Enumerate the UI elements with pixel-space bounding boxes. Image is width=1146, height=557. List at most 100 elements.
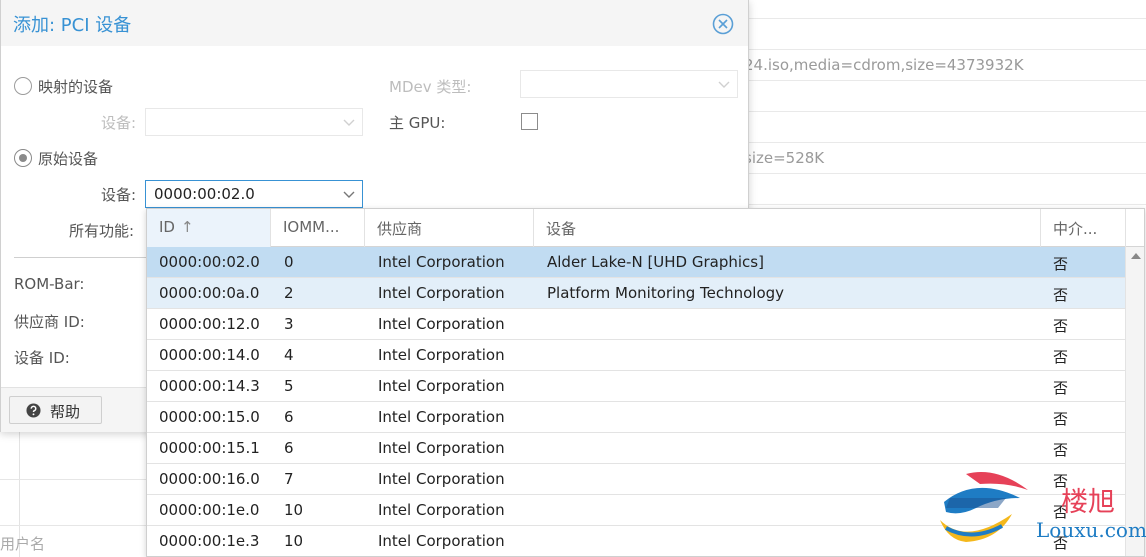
watermark-logo-icon — [940, 472, 1028, 542]
cell-id: 0000:00:1e.3 — [159, 532, 260, 550]
main-gpu-label: 主 GPU: — [389, 114, 446, 132]
mapped-device-sublabel: 设备: — [101, 114, 137, 132]
column-header-mdev[interactable]: 中介... — [1041, 209, 1126, 247]
column-header-iommu[interactable]: IOMM... — [271, 209, 365, 247]
grid-header: ID ↑ IOMM... 供应商 设备 中介... — [147, 209, 1144, 247]
cell-id: 0000:00:12.0 — [159, 315, 260, 333]
cell-vendor: Intel Corporation — [378, 439, 505, 457]
cell-iommu: 6 — [284, 408, 294, 426]
main-gpu-checkbox[interactable] — [521, 113, 538, 130]
bg-divider — [748, 173, 1146, 174]
watermark: 楼旭 Louxu.com — [936, 468, 1146, 557]
cell-mdev: 否 — [1053, 410, 1069, 428]
cell-id: 0000:00:14.0 — [159, 346, 260, 364]
all-functions-label: 所有功能: — [69, 222, 135, 240]
mdev-type-label: MDev 类型: — [389, 78, 472, 96]
cell-iommu: 10 — [284, 501, 304, 519]
table-row[interactable]: 0000:00:0a.0 2 Intel Corporation Platfor… — [147, 278, 1125, 309]
watermark-chinese-text: 楼旭 — [1061, 487, 1115, 518]
cell-mdev: 否 — [1053, 348, 1069, 366]
device-select-value: 0000:00:02.0 — [154, 185, 255, 203]
cell-iommu: 4 — [284, 346, 294, 364]
cell-vendor: Intel Corporation — [378, 501, 505, 519]
bg-divider — [748, 80, 1146, 81]
bg-divider — [0, 479, 146, 480]
device-label: 设备: — [101, 186, 137, 204]
chevron-down-icon[interactable] — [342, 187, 356, 201]
raw-device-radio[interactable] — [14, 149, 32, 167]
help-button-label: 帮助 — [50, 403, 81, 421]
mapped-device-radio[interactable] — [14, 77, 32, 95]
mapped-device-label: 映射的设备 — [38, 78, 114, 96]
column-header-id-label: ID — [159, 218, 175, 236]
watermark-english-text: Louxu.com — [1036, 518, 1146, 542]
cell-id: 0000:00:15.0 — [159, 408, 260, 426]
vendor-id-label: 供应商 ID: — [14, 313, 85, 331]
column-header-id[interactable]: ID ↑ — [147, 209, 271, 247]
cell-iommu: 2 — [284, 284, 294, 302]
column-header-vendor-label: 供应商 — [377, 220, 423, 238]
cell-vendor: Intel Corporation — [378, 346, 505, 364]
device-id-label: 设备 ID: — [14, 349, 70, 367]
cell-mdev: 否 — [1053, 317, 1069, 335]
cell-vendor: Intel Corporation — [378, 408, 505, 426]
dialog-title: 添加: PCI 设备 — [13, 15, 132, 36]
cell-device: Platform Monitoring Technology — [547, 284, 785, 302]
bg-hardware-cdrom-text: 24.iso,media=cdrom,size=4373932K — [744, 56, 1024, 74]
cell-id: 0000:00:0a.0 — [159, 284, 260, 302]
bg-hardware-efidisk-text: size=528K — [744, 149, 825, 167]
mapped-device-select[interactable] — [145, 108, 363, 136]
cell-vendor: Intel Corporation — [378, 315, 505, 333]
bg-divider — [748, 18, 1146, 19]
rombar-label: ROM-Bar: — [14, 275, 85, 293]
table-row[interactable]: 0000:00:15.0 6 Intel Corporation 否 — [147, 402, 1125, 433]
close-icon[interactable] — [712, 13, 734, 35]
bg-divider — [748, 49, 1146, 50]
cell-vendor: Intel Corporation — [378, 253, 505, 271]
raw-device-label: 原始设备 — [38, 150, 99, 168]
mdev-type-select[interactable] — [520, 70, 738, 98]
bg-divider — [748, 204, 1146, 205]
cell-device: Alder Lake-N [UHD Graphics] — [547, 253, 764, 271]
cell-id: 0000:00:15.1 — [159, 439, 260, 457]
column-header-device[interactable]: 设备 — [534, 209, 1041, 247]
cell-iommu: 3 — [284, 315, 294, 333]
cell-mdev: 否 — [1053, 441, 1069, 459]
cell-mdev: 否 — [1053, 379, 1069, 397]
help-button[interactable]: 帮助 — [9, 396, 102, 424]
table-row[interactable]: 0000:00:15.1 6 Intel Corporation 否 — [147, 433, 1125, 464]
cell-id: 0000:00:16.0 — [159, 470, 260, 488]
sort-arrow-up-icon: ↑ — [180, 218, 194, 236]
cell-vendor: Intel Corporation — [378, 532, 505, 550]
table-row[interactable]: 0000:00:14.0 4 Intel Corporation 否 — [147, 340, 1125, 371]
device-select[interactable]: 0000:00:02.0 — [145, 180, 363, 208]
cell-vendor: Intel Corporation — [378, 284, 505, 302]
bg-divider — [748, 111, 1146, 112]
column-header-device-label: 设备 — [546, 220, 577, 238]
bg-divider — [0, 525, 146, 526]
cell-vendor: Intel Corporation — [378, 377, 505, 395]
chevron-down-icon — [718, 81, 730, 88]
cell-id: 0000:00:14.3 — [159, 377, 260, 395]
cell-iommu: 0 — [284, 253, 294, 271]
column-header-vendor[interactable]: 供应商 — [365, 209, 534, 247]
table-row[interactable]: 0000:00:12.0 3 Intel Corporation 否 — [147, 309, 1125, 340]
question-circle-icon — [26, 403, 41, 418]
cell-id: 0000:00:1e.0 — [159, 501, 260, 519]
table-row[interactable]: 0000:00:02.0 0 Intel Corporation Alder L… — [147, 247, 1125, 278]
chevron-down-icon — [343, 119, 355, 126]
cell-iommu: 10 — [284, 532, 304, 550]
bg-divider — [748, 142, 1146, 143]
column-header-mdev-label: 中介... — [1053, 220, 1098, 238]
bg-username-label: 用户名 — [0, 535, 46, 553]
table-row[interactable]: 0000:00:14.3 5 Intel Corporation 否 — [147, 371, 1125, 402]
cell-iommu: 5 — [284, 377, 294, 395]
column-header-iommu-label: IOMM... — [283, 218, 340, 236]
cell-iommu: 7 — [284, 470, 294, 488]
advanced-divider — [14, 257, 148, 258]
cell-iommu: 6 — [284, 439, 294, 457]
dialog-header: 添加: PCI 设备 — [1, 0, 748, 46]
scroll-up-arrow-icon[interactable] — [1131, 253, 1141, 259]
cell-mdev: 否 — [1053, 255, 1069, 273]
cell-mdev: 否 — [1053, 286, 1069, 304]
